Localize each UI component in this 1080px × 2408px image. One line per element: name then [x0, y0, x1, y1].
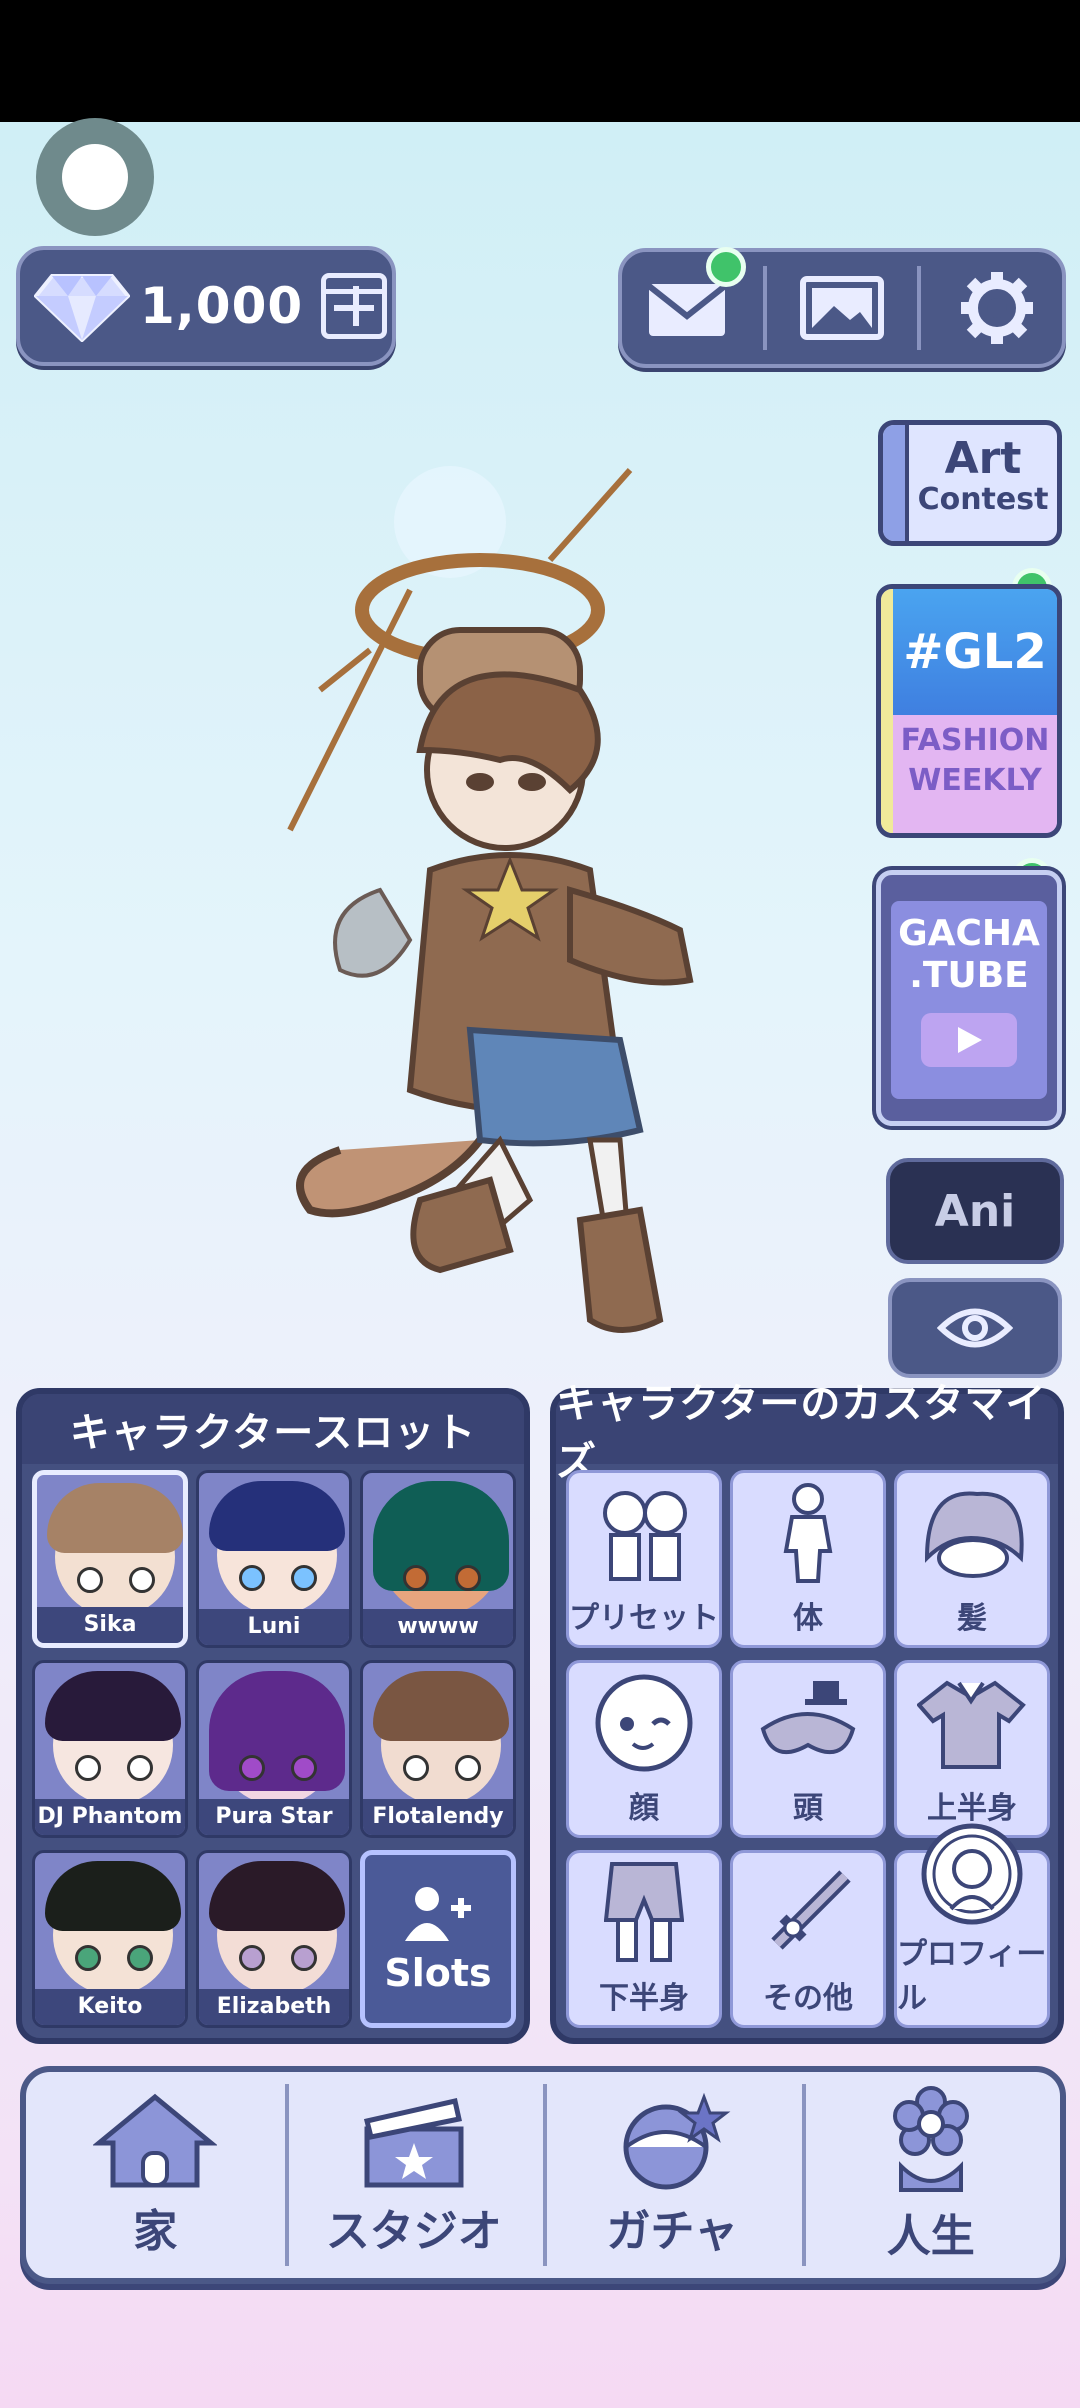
- head-label: 頭: [793, 1791, 823, 1826]
- profile-icon: [917, 1819, 1027, 1929]
- hair-icon: [917, 1473, 1027, 1593]
- gear-icon: [960, 272, 1033, 344]
- slot-name: Pura Star: [199, 1799, 349, 1835]
- upper-body-button[interactable]: 上半身: [894, 1660, 1050, 1838]
- top-toolbar: [618, 247, 1066, 368]
- mail-notification-dot: [706, 247, 747, 287]
- nav-life-label: 人生: [886, 2211, 975, 2262]
- slot-name: Sika: [37, 1607, 183, 1643]
- face-icon: [589, 1663, 699, 1783]
- clapperboard-icon: [363, 2098, 464, 2188]
- slot-name: DJ Phantom: [35, 1799, 185, 1835]
- gl2-title: #GL2: [881, 589, 1057, 715]
- art-contest-line1: Art: [944, 433, 1022, 484]
- profile-button[interactable]: プロフィール: [894, 1823, 1050, 2028]
- mask-hat-icon: [753, 1663, 863, 1783]
- profile-label: プロフィール: [897, 1937, 1047, 2016]
- nav-studio[interactable]: スタジオ: [284, 2072, 544, 2278]
- slot-name: Flotalendy: [363, 1799, 513, 1835]
- character-slot[interactable]: Sika: [32, 1470, 188, 1648]
- slot-name: Elizabeth: [199, 1989, 349, 2025]
- shirt-icon: [917, 1663, 1027, 1783]
- lower-body-button[interactable]: 下半身: [566, 1850, 722, 2028]
- nav-gacha[interactable]: ガチャ: [543, 2072, 802, 2278]
- nav-studio-label: スタジオ: [325, 2206, 502, 2257]
- nav-gacha-label: ガチャ: [606, 2206, 739, 2257]
- image-icon: [799, 276, 884, 340]
- preset-icon: [589, 1473, 699, 1593]
- add-slot-button[interactable]: Slots: [360, 1850, 516, 2028]
- shorts-icon: [604, 1853, 684, 1973]
- tube-line1: GACHA: [898, 913, 1040, 954]
- gl2-line1: FASHION: [900, 723, 1050, 758]
- watch-ad-add-icon[interactable]: [321, 273, 388, 339]
- face-button[interactable]: 顔: [566, 1660, 722, 1838]
- nav-home-label: 家: [133, 2206, 178, 2257]
- mail-icon: [647, 283, 728, 336]
- gacha-tube-button[interactable]: GACHA .TUBE: [876, 870, 1062, 1126]
- customization-panel: キャラクターのカスタマイズ プリセット 体 髪 顔 頭 上半身 下半身 その他 …: [550, 1381, 1064, 2044]
- flower-icon: [892, 2086, 969, 2192]
- hair-button[interactable]: 髪: [894, 1470, 1050, 1648]
- gem-count: 1,000: [140, 277, 304, 335]
- customization-title: キャラクターのカスタマイズ: [556, 1381, 1058, 1485]
- preset-button[interactable]: プリセット: [566, 1470, 722, 1648]
- character-slot[interactable]: Pura Star: [196, 1660, 352, 1838]
- diamond-icon: [34, 274, 130, 342]
- gl2-fashion-weekly-button[interactable]: #GL2 FASHION WEEKLY: [876, 584, 1062, 838]
- ani-button[interactable]: Ani: [886, 1158, 1064, 1264]
- settings-button[interactable]: [942, 263, 1052, 353]
- status-bar: [0, 0, 1080, 122]
- add-slot-label: Slots: [384, 1951, 492, 1995]
- character-slots-panel: キャラクタースロット Sika Luni wwww DJ Phantom Pur…: [16, 1388, 530, 2044]
- art-contest-line2: Contest: [917, 482, 1049, 517]
- bottom-navigation: 家 スタジオ ガチャ 人生: [20, 2066, 1066, 2284]
- record-button[interactable]: [36, 118, 154, 236]
- character-slot[interactable]: Luni: [196, 1470, 352, 1648]
- character-slot[interactable]: DJ Phantom: [32, 1660, 188, 1838]
- house-icon: [93, 2093, 218, 2188]
- mail-button[interactable]: [632, 247, 747, 353]
- character-slot[interactable]: wwww: [360, 1470, 516, 1648]
- currency-bar: 1,000: [16, 246, 396, 366]
- gl2-line2: WEEKLY: [908, 763, 1042, 798]
- nav-life[interactable]: 人生: [801, 2072, 1061, 2278]
- nav-home[interactable]: 家: [26, 2072, 285, 2278]
- character-preview[interactable]: [270, 450, 750, 1370]
- add-user-icon: [405, 1887, 471, 1941]
- gacha-capsule-icon: [623, 2092, 731, 2190]
- slot-name: wwww: [363, 1609, 513, 1645]
- gallery-button[interactable]: [787, 263, 897, 353]
- other-button[interactable]: その他: [730, 1850, 886, 2028]
- head-accessory-button[interactable]: 頭: [730, 1660, 886, 1838]
- tube-line2: .TUBE: [909, 955, 1029, 996]
- lower-body-label: 下半身: [599, 1981, 689, 2016]
- eye-icon: [937, 1308, 1013, 1348]
- play-icon: [921, 1013, 1017, 1067]
- sword-icon: [753, 1853, 863, 1973]
- preset-label: プリセット: [569, 1601, 719, 1636]
- record-dot-icon: [62, 144, 128, 210]
- character-slot[interactable]: Flotalendy: [360, 1660, 516, 1838]
- art-contest-button[interactable]: Art Contest: [878, 420, 1062, 546]
- hair-label: 髪: [957, 1601, 987, 1636]
- face-label: 顔: [629, 1791, 659, 1826]
- slot-name: Luni: [199, 1609, 349, 1645]
- character-slots-title: キャラクタースロット: [22, 1394, 524, 1464]
- body-button[interactable]: 体: [730, 1470, 886, 1648]
- character-slot[interactable]: Elizabeth: [196, 1850, 352, 2028]
- slot-name: Keito: [35, 1989, 185, 2025]
- hide-ui-button[interactable]: [888, 1278, 1062, 1378]
- body-icon: [778, 1473, 838, 1593]
- character-slot[interactable]: Keito: [32, 1850, 188, 2028]
- other-label: その他: [763, 1981, 853, 2016]
- body-label: 体: [793, 1601, 823, 1636]
